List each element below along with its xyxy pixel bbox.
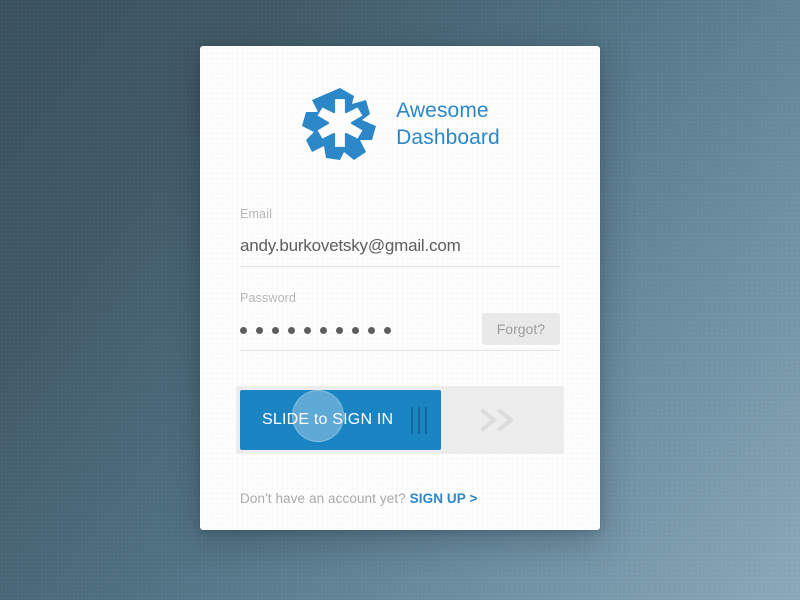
password-dot: [352, 327, 359, 334]
password-field-group: Password Forgot?: [240, 291, 560, 351]
signup-prompt-text: Don't have an account yet?: [240, 491, 406, 506]
slider-touch-ripple[interactable]: [292, 390, 344, 442]
forgot-password-button[interactable]: Forgot?: [481, 313, 560, 345]
brand-header: Awesome Dashboard: [200, 86, 600, 162]
signup-prompt: Don't have an account yet? SIGN UP >: [240, 491, 477, 506]
password-dot: [320, 327, 327, 334]
brand-title-line2: Dashboard: [396, 126, 500, 149]
brand-title: Awesome Dashboard: [396, 97, 500, 151]
email-field-group: Email andy.burkovetsky@gmail.com: [240, 207, 560, 267]
password-dot: [368, 327, 375, 334]
drag-grip-lines-icon[interactable]: [411, 407, 427, 434]
password-label: Password: [240, 291, 297, 305]
grip-line: [418, 407, 420, 434]
password-dot: [288, 327, 295, 334]
grip-line: [411, 407, 413, 434]
email-input-row[interactable]: andy.burkovetsky@gmail.com: [240, 225, 560, 267]
password-dot: [304, 327, 311, 334]
password-dot: [256, 327, 263, 334]
email-label: Email: [240, 207, 273, 221]
password-dot: [336, 327, 343, 334]
password-input-row[interactable]: Forgot?: [240, 309, 560, 351]
brand-title-line1: Awesome: [396, 99, 489, 122]
login-card: Awesome Dashboard Email andy.burkovetsky…: [200, 46, 600, 530]
password-dot: [272, 327, 279, 334]
sign-up-link[interactable]: SIGN UP >: [410, 491, 478, 506]
email-input[interactable]: andy.burkovetsky@gmail.com: [240, 236, 461, 256]
password-dot: [240, 327, 247, 334]
slide-to-sign-in-track[interactable]: SLIDE to SIGN IN: [236, 386, 564, 454]
password-dot: [384, 327, 391, 334]
chevron-double-right-icon: [480, 408, 515, 432]
grip-line: [425, 407, 427, 434]
starburst-asterisk-logo: [302, 88, 377, 160]
password-input[interactable]: [240, 325, 391, 334]
